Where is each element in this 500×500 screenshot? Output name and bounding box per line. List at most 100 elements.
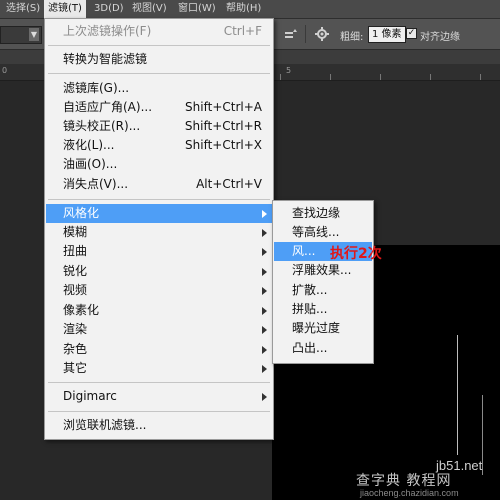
menu-item-label: Digimarc <box>63 389 117 403</box>
submenu-item-label: 查找边缘 <box>292 206 341 220</box>
menu-view[interactable]: 视图(V) <box>128 0 171 18</box>
menu-3d[interactable]: 3D(D) <box>90 0 128 18</box>
menu-item-render[interactable]: 渲染 <box>46 320 272 339</box>
align-edges-label: 对齐边缘 <box>420 32 460 43</box>
path-arrangement-icon[interactable] <box>284 27 298 41</box>
menu-item-shortcut: Shift+Ctrl+A <box>185 100 262 114</box>
ruler-tick <box>280 74 281 80</box>
menu-item-liquify[interactable]: 液化(L)... Shift+Ctrl+X <box>46 136 272 155</box>
ruler-tick <box>380 74 381 80</box>
menu-item-adaptive-wide-angle[interactable]: 自适应广角(A)... Shift+Ctrl+A <box>46 98 272 117</box>
menu-divider <box>48 199 270 200</box>
menu-item-label: 风格化 <box>63 206 100 220</box>
submenu-item-extrude[interactable]: 凸出... <box>274 339 372 358</box>
menu-divider <box>48 382 270 383</box>
submenu-item-label: 等高线... <box>292 225 340 239</box>
stylize-submenu: 查找边缘 等高线... 风... 浮雕效果... 扩散... 拼贴... 曝光过… <box>272 200 374 364</box>
menu-item-label: 转换为智能滤镜 <box>63 52 148 66</box>
submenu-item-contour[interactable]: 等高线... <box>274 223 372 242</box>
submenu-item-emboss[interactable]: 浮雕效果... <box>274 261 372 280</box>
ruler-tick <box>330 74 331 80</box>
menu-item-video[interactable]: 视频 <box>46 281 272 300</box>
menu-item-label: 消失点(V)... <box>63 177 129 191</box>
submenu-item-label: 凸出... <box>292 341 328 355</box>
menu-item-stylize[interactable]: 风格化 <box>46 204 272 223</box>
filter-menu: 上次滤镜操作(F) Ctrl+F 转换为智能滤镜 滤镜库(G)... 自适应广角… <box>44 18 274 440</box>
submenu-arrow-icon <box>262 229 267 237</box>
submenu-item-label: 浮雕效果... <box>292 263 352 277</box>
menu-item-label: 上次滤镜操作(F) <box>63 24 152 38</box>
menu-item-last-filter[interactable]: 上次滤镜操作(F) Ctrl+F <box>46 22 272 41</box>
submenu-arrow-icon <box>262 248 267 256</box>
menu-item-label: 镜头校正(R)... <box>63 119 141 133</box>
menu-item-label: 像素化 <box>63 303 100 317</box>
menu-item-label: 模糊 <box>63 225 88 239</box>
toolbar-divider <box>305 25 306 43</box>
submenu-item-solarize[interactable]: 曝光过度 <box>274 319 372 338</box>
menu-item-vanishing-point[interactable]: 消失点(V)... Alt+Ctrl+V <box>46 175 272 194</box>
menu-help[interactable]: 帮助(H) <box>222 0 265 18</box>
submenu-item-label: 扩散... <box>292 283 328 297</box>
menu-item-shortcut: Shift+Ctrl+R <box>184 119 262 133</box>
menu-item-label: 浏览联机滤镜... <box>63 418 147 432</box>
submenu-item-tiles[interactable]: 拼贴... <box>274 300 372 319</box>
menu-item-label: 油画(O)... <box>63 157 118 171</box>
menu-item-label: 锐化 <box>63 264 88 278</box>
menu-item-label: 渲染 <box>63 322 88 336</box>
menu-item-label: 其它 <box>63 361 88 375</box>
menu-select[interactable]: 选择(S) <box>2 0 44 18</box>
gear-icon[interactable] <box>315 27 329 41</box>
chevron-down-icon: ▼ <box>29 28 39 41</box>
menu-item-label: 液化(L)... <box>63 138 115 152</box>
menu-divider <box>48 411 270 412</box>
submenu-arrow-icon <box>262 210 267 218</box>
ruler-number: 5 <box>286 66 292 75</box>
menu-item-lens-correction[interactable]: 镜头校正(R)... Shift+Ctrl+R <box>46 117 272 136</box>
ruler-tick <box>480 74 481 80</box>
submenu-item-find-edges[interactable]: 查找边缘 <box>274 204 372 223</box>
canvas-stroke <box>457 335 458 455</box>
weight-field[interactable]: 1 像素 <box>368 26 406 43</box>
menu-item-label: 滤镜库(G)... <box>63 81 130 95</box>
menu-item-shortcut: Ctrl+F <box>223 24 262 38</box>
menu-item-label: 杂色 <box>63 342 88 356</box>
submenu-item-label: 曝光过度 <box>292 321 341 335</box>
menu-window[interactable]: 窗口(W) <box>174 0 220 18</box>
menu-item-filter-gallery[interactable]: 滤镜库(G)... <box>46 79 272 98</box>
menu-item-digimarc[interactable]: Digimarc <box>46 387 272 406</box>
ruler-tick <box>430 74 431 80</box>
menu-item-pixelate[interactable]: 像素化 <box>46 301 272 320</box>
menu-item-distort[interactable]: 扭曲 <box>46 242 272 261</box>
submenu-arrow-icon <box>262 307 267 315</box>
menu-item-label: 视频 <box>63 283 88 297</box>
submenu-arrow-icon <box>262 287 267 295</box>
menu-divider <box>48 45 270 46</box>
submenu-item-diffuse[interactable]: 扩散... <box>274 281 372 300</box>
menu-item-sharpen[interactable]: 锐化 <box>46 262 272 281</box>
weight-label: 粗细: <box>340 32 364 43</box>
menu-item-noise[interactable]: 杂色 <box>46 340 272 359</box>
menu-item-label: 扭曲 <box>63 244 88 258</box>
menu-bar: 选择(S) 滤镜(T) 3D(D) 视图(V) 窗口(W) 帮助(H) <box>0 0 500 19</box>
align-edges-checkbox[interactable]: ✓ <box>406 28 417 39</box>
menu-item-smart-filter[interactable]: 转换为智能滤镜 <box>46 50 272 69</box>
menu-item-label: 自适应广角(A)... <box>63 100 153 114</box>
annotation-text: 执行2次 <box>330 246 382 262</box>
submenu-arrow-icon <box>262 346 267 354</box>
submenu-arrow-icon <box>262 393 267 401</box>
menu-item-other[interactable]: 其它 <box>46 359 272 378</box>
tool-preset-picker[interactable]: ▼ <box>0 26 42 44</box>
submenu-item-label: 拼贴... <box>292 302 328 316</box>
submenu-arrow-icon <box>262 268 267 276</box>
ruler-number: 0 <box>2 66 8 75</box>
watermark-text: 查字典 教程网 <box>356 473 452 489</box>
menu-filter[interactable]: 滤镜(T) <box>44 0 86 18</box>
menu-item-shortcut: Shift+Ctrl+X <box>185 138 262 152</box>
menu-item-oil-paint[interactable]: 油画(O)... <box>46 155 272 174</box>
menu-item-browse-filters-online[interactable]: 浏览联机滤镜... <box>46 416 272 435</box>
submenu-arrow-icon <box>262 326 267 334</box>
watermark-url: jiaocheng.chazidian.com <box>360 488 459 498</box>
submenu-item-label: 风... <box>292 244 316 258</box>
menu-item-blur[interactable]: 模糊 <box>46 223 272 242</box>
menu-divider <box>48 73 270 74</box>
